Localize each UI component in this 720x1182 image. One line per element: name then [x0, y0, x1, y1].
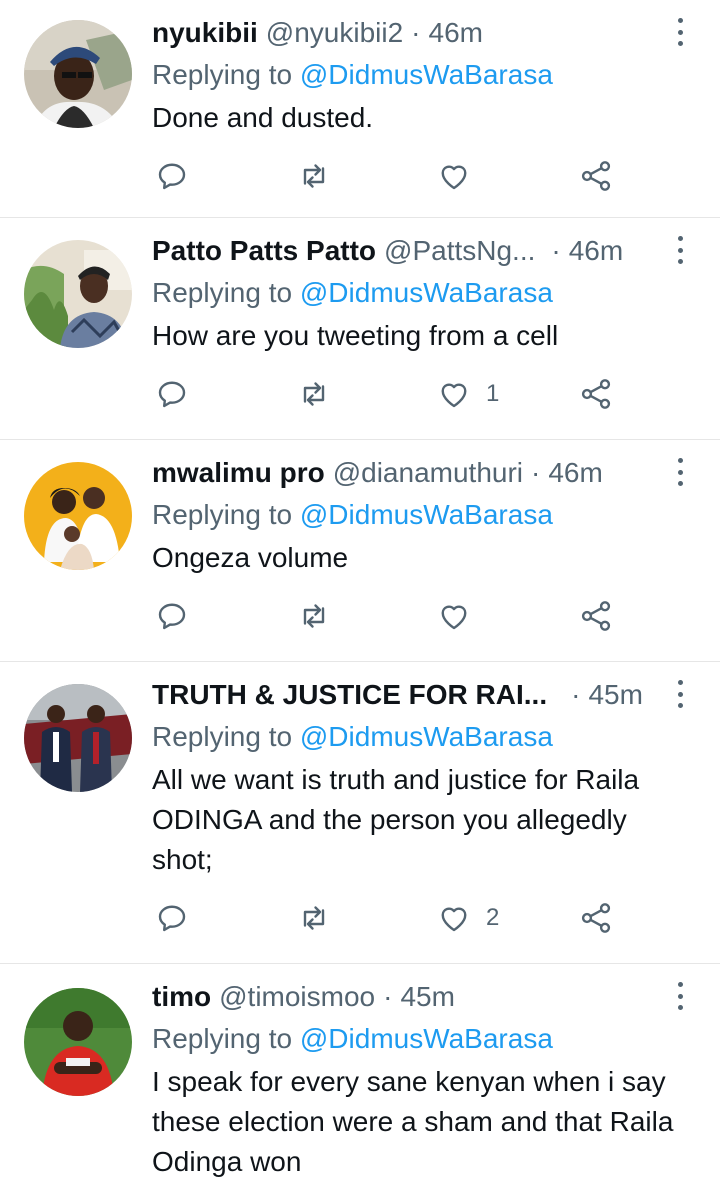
author-handle[interactable]: @nyukibii2 — [266, 17, 403, 49]
timestamp[interactable]: 46m — [429, 17, 483, 49]
reply-icon — [158, 381, 186, 408]
like-button[interactable]: 1 — [436, 376, 499, 412]
mention-link[interactable]: @DidmusWaBarasa — [300, 721, 553, 752]
separator-dot: · — [551, 235, 561, 266]
tweet-text: Done and dusted. — [152, 102, 374, 133]
tweet-header: nyukibii @nyukibii2 · 46m — [152, 14, 690, 52]
tweet[interactable]: mwalimu pro @dianamuthuri · 46m Replying… — [0, 440, 720, 662]
author-name[interactable]: timo — [152, 981, 211, 1013]
retweet-button[interactable] — [296, 376, 332, 412]
reply-icon — [158, 905, 186, 932]
reply-button[interactable] — [154, 900, 190, 936]
mention-link[interactable]: @DidmusWaBarasa — [300, 499, 553, 530]
separator-dot: · — [383, 981, 393, 1012]
mention-link[interactable]: @DidmusWaBarasa — [300, 277, 553, 308]
author-handle[interactable]: @dianamuthuri — [333, 457, 523, 489]
author-name[interactable]: mwalimu pro — [152, 457, 325, 489]
reply-icon — [158, 603, 186, 630]
timestamp[interactable]: 45m — [400, 981, 454, 1013]
share-icon — [581, 379, 611, 409]
timestamp[interactable]: 46m — [569, 235, 623, 267]
author-handle[interactable]: @PattsNg... — [384, 235, 535, 267]
tweet-header: TRUTH & JUSTICE FOR RAI... · 45m — [152, 676, 690, 714]
more-icon[interactable] — [666, 18, 694, 46]
avatar[interactable] — [24, 462, 132, 570]
timestamp[interactable]: 46m — [548, 457, 602, 489]
reply-button[interactable] — [154, 376, 190, 412]
avatar[interactable] — [24, 20, 132, 128]
tweet[interactable]: TRUTH & JUSTICE FOR RAI... · 45m Replyin… — [0, 662, 720, 964]
share-button[interactable] — [578, 598, 614, 634]
action-bar — [0, 136, 720, 228]
mention-link[interactable]: @DidmusWaBarasa — [300, 59, 553, 90]
tweet-text: I speak for every sane kenyan when i say… — [152, 1066, 674, 1177]
tweet-text: All we want is truth and justice for Rai… — [152, 764, 640, 875]
retweet-button[interactable] — [296, 158, 332, 194]
like-icon — [441, 907, 467, 932]
action-bar: 2 — [0, 878, 720, 970]
replying-to: Replying to @DidmusWaBarasa — [152, 273, 690, 313]
avatar[interactable] — [24, 240, 132, 348]
share-icon — [581, 161, 611, 191]
tweet-header: mwalimu pro @dianamuthuri · 46m — [152, 454, 690, 492]
replying-to-label: Replying to — [152, 59, 293, 90]
reply-icon — [158, 163, 186, 190]
mention-link[interactable]: @DidmusWaBarasa — [300, 1023, 553, 1054]
more-icon[interactable] — [666, 680, 694, 708]
action-bar: 1 — [0, 354, 720, 446]
tweet-text: How are you tweeting from a cell — [152, 320, 559, 351]
share-icon — [581, 601, 611, 631]
share-button[interactable] — [578, 158, 614, 194]
action-bar — [0, 576, 720, 668]
author-name[interactable]: Patto Patts Patto — [152, 235, 376, 267]
share-button[interactable] — [578, 376, 614, 412]
tweet-header: timo @timoismoo · 45m — [152, 978, 690, 1016]
share-icon — [581, 903, 611, 933]
like-icon — [441, 605, 467, 630]
avatar[interactable] — [24, 684, 132, 792]
reply-button[interactable] — [154, 158, 190, 194]
replying-to: Replying to @DidmusWaBarasa — [152, 495, 690, 535]
replying-to: Replying to @DidmusWaBarasa — [152, 717, 690, 757]
like-button[interactable] — [436, 158, 486, 194]
retweet-button[interactable] — [296, 900, 332, 936]
author-name[interactable]: TRUTH & JUSTICE FOR RAI... — [152, 679, 547, 711]
like-button[interactable] — [436, 598, 486, 634]
more-icon[interactable] — [666, 236, 694, 264]
replying-to-label: Replying to — [152, 721, 293, 752]
replying-to: Replying to @DidmusWaBarasa — [152, 55, 690, 95]
replying-to-label: Replying to — [152, 1023, 293, 1054]
avatar[interactable] — [24, 988, 132, 1096]
more-icon[interactable] — [666, 458, 694, 486]
like-count: 1 — [486, 380, 500, 407]
tweet-text: Ongeza volume — [152, 542, 349, 573]
retweet-icon — [303, 382, 325, 406]
separator-dot: · — [411, 17, 421, 48]
tweet[interactable]: Patto Patts Patto @PattsNg... · 46m Repl… — [0, 218, 720, 440]
retweet-icon — [303, 164, 325, 188]
replying-to-label: Replying to — [152, 277, 293, 308]
more-icon[interactable] — [666, 982, 694, 1010]
author-name[interactable]: nyukibii — [152, 17, 258, 49]
author-handle[interactable]: @timoismoo — [219, 981, 375, 1013]
timestamp[interactable]: 45m — [588, 679, 642, 711]
separator-dot: · — [571, 679, 581, 710]
like-count: 2 — [486, 904, 500, 931]
like-icon — [441, 383, 467, 408]
tweet[interactable]: nyukibii @nyukibii2 · 46m Replying to @D… — [0, 0, 720, 218]
share-button[interactable] — [578, 900, 614, 936]
retweet-button[interactable] — [296, 598, 332, 634]
retweet-icon — [303, 604, 325, 628]
tweet-header: Patto Patts Patto @PattsNg... · 46m — [152, 232, 690, 270]
tweet[interactable]: timo @timoismoo · 45m Replying to @Didmu… — [0, 964, 720, 1177]
retweet-icon — [303, 906, 325, 930]
separator-dot: · — [531, 457, 541, 488]
like-icon — [441, 165, 467, 190]
replying-to-label: Replying to — [152, 499, 293, 530]
replying-to: Replying to @DidmusWaBarasa — [152, 1019, 690, 1059]
reply-button[interactable] — [154, 598, 190, 634]
like-button[interactable]: 2 — [436, 900, 499, 936]
